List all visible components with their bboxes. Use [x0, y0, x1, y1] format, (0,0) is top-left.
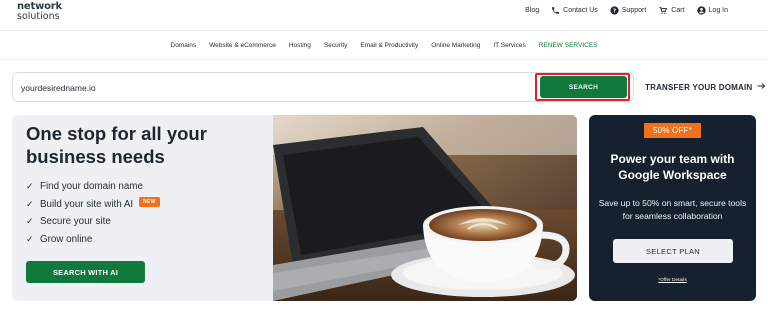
feature-list: ✓ Find your domain name ✓ Build your site … — [26, 178, 160, 248]
promo-title: Power your team with Google Workspace — [610, 152, 735, 182]
nav-email-productivity[interactable]: Email & Productivity — [360, 42, 418, 49]
check-icon: ✓ — [26, 216, 34, 227]
site-header: network solutions Blog Contact Us ? Supp… — [0, 0, 768, 30]
login-label: Log In — [708, 7, 728, 14]
feature-label: Secure your site — [40, 216, 111, 228]
contact-link[interactable]: Contact Us — [551, 6, 598, 15]
feature-item: ✓ Build your site with AI NEW — [26, 196, 160, 214]
top-nav: Blog Contact Us ? Support Cart Log In — [525, 6, 728, 15]
cart-icon — [658, 6, 668, 15]
login-link[interactable]: Log In — [696, 6, 728, 15]
contact-label: Contact Us — [563, 7, 598, 14]
check-icon: ✓ — [26, 181, 34, 192]
main-nav: Domains Website & eCommerce Hosting Secu… — [0, 31, 768, 59]
discount-badge: 50% OFF* — [644, 123, 701, 138]
feature-label: Grow online — [40, 233, 93, 245]
cart-label: Cart — [671, 7, 685, 14]
check-icon: ✓ — [26, 198, 34, 209]
nav-website-ecommerce[interactable]: Website & eCommerce — [209, 42, 276, 49]
help-icon: ? — [610, 6, 619, 15]
logo[interactable]: network solutions — [17, 2, 62, 22]
blog-label: Blog — [525, 7, 540, 14]
promo-description: Save up to 50% on smart, secure tools fo… — [598, 198, 747, 221]
search-button[interactable]: SEARCH — [540, 76, 627, 98]
select-plan-button[interactable]: SELECT PLAN — [613, 239, 733, 263]
nav-it-services[interactable]: IT Services — [493, 42, 525, 49]
hero-panel: One stop for all your business needs ✓ Fi… — [12, 115, 577, 301]
svg-text:?: ? — [613, 8, 616, 14]
feature-item: ✓ Secure your site — [26, 213, 160, 231]
phone-icon — [551, 6, 560, 15]
hero-title: One stop for all your business needs — [26, 123, 207, 167]
coffee-laptop-image — [273, 115, 577, 301]
check-icon: ✓ — [26, 233, 34, 244]
user-icon — [696, 6, 706, 15]
logo-line-2: solutions — [17, 11, 60, 22]
google-workspace-promo: 50% OFF* Power your team with Google Wor… — [589, 115, 756, 301]
support-label: Support — [621, 7, 647, 14]
support-link[interactable]: ? Support — [610, 6, 647, 15]
nav-hosting[interactable]: Hosting — [289, 42, 311, 49]
cart-link[interactable]: Cart — [658, 6, 685, 15]
nav-domains[interactable]: Domains — [171, 42, 197, 49]
nav-divider — [0, 59, 768, 60]
blog-link[interactable]: Blog — [525, 7, 539, 14]
search-with-ai-button[interactable]: SEARCH WITH AI — [26, 261, 145, 283]
feature-label: Find your domain name — [40, 181, 143, 193]
new-badge: NEW — [139, 197, 160, 208]
feature-item: ✓ Grow online — [26, 231, 160, 249]
nav-online-marketing[interactable]: Online Marketing — [431, 42, 480, 49]
nav-renew-services[interactable]: RENEW SERVICES — [539, 42, 598, 49]
arrow-right-icon — [757, 82, 766, 92]
transfer-domain-label: TRANSFER YOUR DOMAIN — [645, 82, 753, 92]
transfer-domain-link[interactable]: TRANSFER YOUR DOMAIN — [645, 82, 766, 92]
nav-security[interactable]: Security — [324, 42, 347, 49]
domain-search-input[interactable] — [21, 79, 521, 97]
offer-details-link[interactable]: *Offer Details — [589, 278, 756, 283]
feature-item: ✓ Find your domain name — [26, 178, 160, 196]
feature-label: Build your site with AI — [40, 198, 134, 210]
